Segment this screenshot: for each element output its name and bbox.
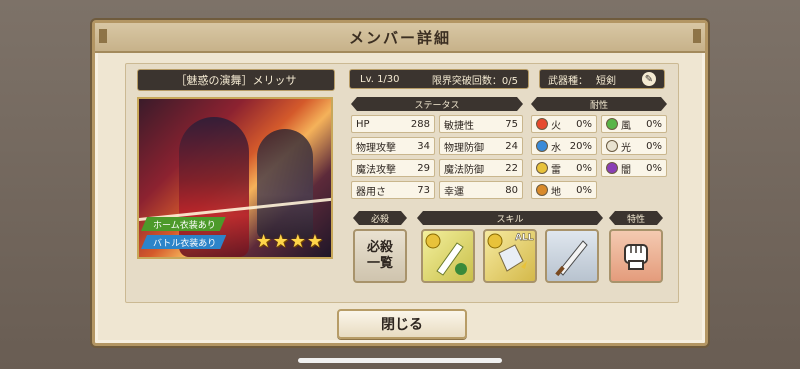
resist-earth: 地 0% bbox=[531, 181, 597, 199]
stat-label: 敏捷性 bbox=[444, 120, 474, 132]
fire-icon bbox=[536, 118, 548, 130]
trait-slot[interactable] bbox=[609, 229, 663, 283]
character-portrait[interactable]: ホーム衣装あり バトル衣装あり ★ ★ ★ ★ bbox=[137, 97, 333, 259]
stat-label: 魔法攻撃 bbox=[356, 164, 396, 176]
resist-value: 0% bbox=[646, 118, 662, 130]
background-figure bbox=[257, 129, 313, 239]
skill-slot-1[interactable] bbox=[421, 229, 475, 283]
thunder-icon bbox=[536, 162, 548, 174]
resist-header: 耐性 bbox=[531, 97, 667, 111]
stat-value: 24 bbox=[505, 140, 518, 152]
resist-fire: 火 0% bbox=[531, 115, 597, 133]
resist-value: 0% bbox=[646, 140, 662, 152]
star-icon: ★ bbox=[272, 231, 289, 252]
stat-label: HP bbox=[356, 118, 370, 130]
skill-header: スキル bbox=[417, 211, 603, 225]
stat-phys-defense: 物理防御 24 bbox=[439, 137, 523, 155]
resist-label: 光 bbox=[621, 142, 631, 154]
weapon-type-label: 武器種： bbox=[548, 75, 588, 87]
resist-grid: 火 0% 風 0% 水 20% 光 0% 雷 0% 闇 0% 地 0% bbox=[531, 115, 667, 199]
fist-icon bbox=[624, 244, 648, 270]
stat-label: 物理攻撃 bbox=[356, 142, 396, 154]
stat-value: 288 bbox=[410, 118, 430, 130]
character-name: ［魅惑の演舞］メリッサ bbox=[137, 69, 335, 91]
resist-label: 雷 bbox=[551, 164, 561, 176]
star-icon: ★ bbox=[306, 231, 323, 252]
home-indicator[interactable] bbox=[298, 358, 502, 363]
resist-wind: 風 0% bbox=[601, 115, 667, 133]
water-icon bbox=[536, 140, 548, 152]
special-list-label: 必殺 一覧 bbox=[366, 240, 393, 271]
stat-agility: 敏捷性 75 bbox=[439, 115, 523, 133]
resist-value: 0% bbox=[576, 162, 592, 174]
skill-slot-3[interactable] bbox=[545, 229, 599, 283]
resist-label: 闇 bbox=[621, 164, 631, 176]
star-icon: ★ bbox=[289, 231, 306, 252]
resist-value: 0% bbox=[576, 118, 592, 130]
limit-break-label: 限界突破回数：0/5 bbox=[431, 75, 518, 87]
resist-value: 0% bbox=[576, 184, 592, 196]
earth-icon bbox=[536, 184, 548, 196]
resist-label: 地 bbox=[551, 186, 561, 198]
resist-value: 20% bbox=[569, 140, 592, 152]
stat-value: 73 bbox=[417, 184, 430, 196]
dark-icon bbox=[606, 162, 618, 174]
stat-mag-defense: 魔法防御 22 bbox=[439, 159, 523, 177]
wind-icon bbox=[606, 118, 618, 130]
member-detail-panel: メンバー詳細 ［魅惑の演舞］メリッサ ホーム衣装あり バトル衣装あり ★ ★ ★… bbox=[92, 20, 708, 346]
weapon-box: 武器種： 短剣 ✎ bbox=[539, 69, 665, 89]
light-icon bbox=[606, 140, 618, 152]
resist-value: 0% bbox=[646, 162, 662, 174]
special-header: 必殺 bbox=[353, 211, 407, 225]
level-box: Lv. 1/30 限界突破回数：0/5 bbox=[349, 69, 529, 89]
wrench-icon[interactable]: ✎ bbox=[642, 72, 656, 86]
resist-dark: 闇 0% bbox=[601, 159, 667, 177]
skill-all-label: ALL bbox=[515, 233, 534, 243]
status-grid: HP 288 敏捷性 75 物理攻撃 34 物理防御 24 魔法攻撃 29 魔法防御 22 … bbox=[351, 115, 523, 199]
resist-label: 風 bbox=[621, 120, 631, 132]
stat-mag-attack: 魔法攻撃 29 bbox=[351, 159, 435, 177]
stat-label: 幸運 bbox=[444, 186, 464, 198]
stat-hp: HP 288 bbox=[351, 115, 435, 133]
gem-strike-icon: ALL bbox=[487, 233, 534, 272]
stat-label: 器用さ bbox=[356, 186, 386, 198]
panel-title: メンバー詳細 bbox=[95, 23, 705, 53]
resist-light: 光 0% bbox=[601, 137, 667, 155]
dagger-icon bbox=[555, 240, 588, 277]
home-costume-tag: ホーム衣装あり bbox=[141, 217, 226, 231]
weapon-type-value: 短剣 bbox=[596, 75, 616, 87]
stat-phys-attack: 物理攻撃 34 bbox=[351, 137, 435, 155]
stat-dexterity: 器用さ 73 bbox=[351, 181, 435, 199]
stat-label: 魔法防御 bbox=[444, 164, 484, 176]
skill-slot-2[interactable]: ALL bbox=[483, 229, 537, 283]
stat-value: 34 bbox=[417, 140, 430, 152]
level-label: Lv. 1/30 bbox=[360, 73, 400, 85]
sword-burst-icon bbox=[425, 233, 467, 276]
stat-label: 物理防御 bbox=[444, 142, 484, 154]
status-header: ステータス bbox=[351, 97, 523, 111]
star-icon: ★ bbox=[255, 231, 272, 252]
special-list-button[interactable]: 必殺 一覧 bbox=[353, 229, 407, 283]
resist-water: 水 20% bbox=[531, 137, 597, 155]
stat-value: 75 bbox=[505, 118, 518, 130]
resist-label: 水 bbox=[551, 142, 561, 154]
rarity-stars: ★ ★ ★ ★ bbox=[255, 233, 323, 251]
stat-value: 22 bbox=[505, 162, 518, 174]
resist-label: 火 bbox=[551, 120, 561, 132]
stat-value: 29 bbox=[417, 162, 430, 174]
close-button[interactable]: 閉じる bbox=[337, 309, 467, 339]
stat-value: 80 bbox=[505, 184, 518, 196]
trait-header: 特性 bbox=[609, 211, 663, 225]
resist-thunder: 雷 0% bbox=[531, 159, 597, 177]
stat-luck: 幸運 80 bbox=[439, 181, 523, 199]
battle-costume-tag: バトル衣装あり bbox=[141, 235, 226, 249]
